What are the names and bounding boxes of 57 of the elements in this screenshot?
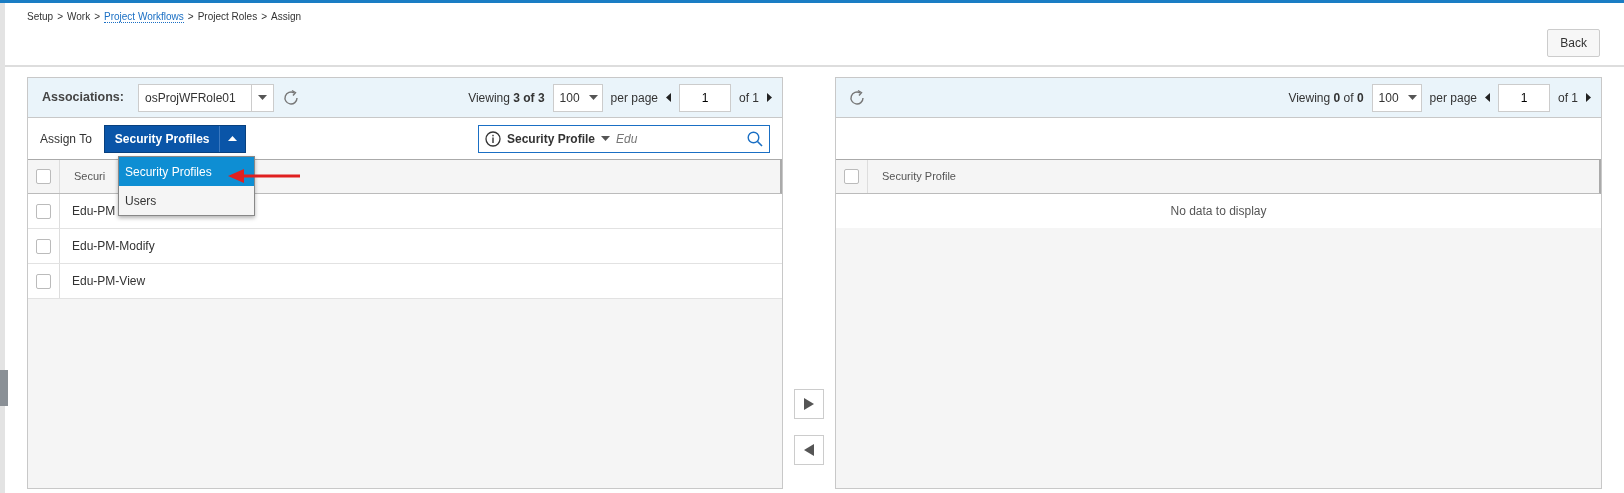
next-page-icon[interactable] xyxy=(767,93,772,102)
annotation-arrow xyxy=(228,168,300,183)
back-button[interactable]: Back xyxy=(1547,29,1600,57)
per-page-select[interactable]: 100 xyxy=(1371,83,1422,112)
checkbox[interactable] xyxy=(844,169,859,184)
caret-down-icon xyxy=(601,136,611,141)
table-cell-text: Edu-PM xyxy=(71,203,116,220)
caret-down-icon xyxy=(589,95,599,100)
next-page-icon[interactable] xyxy=(1586,93,1591,102)
per-page-label: per page xyxy=(1429,89,1477,107)
breadcrumb-separator: > xyxy=(57,11,63,22)
table-cell-text: Edu-PM-View xyxy=(71,273,146,290)
dropdown-option[interactable]: Security Profiles xyxy=(119,157,254,186)
page-input[interactable]: 1 xyxy=(1498,83,1550,112)
side-panel-toggle[interactable] xyxy=(0,370,8,406)
dropdown-option[interactable]: Users xyxy=(119,186,254,215)
breadcrumb-item: Setup xyxy=(27,11,54,22)
page-total: of 1 xyxy=(739,89,759,107)
column-header: Securi xyxy=(73,169,106,185)
page-total: of 1 xyxy=(1558,89,1578,107)
refresh-icon[interactable] xyxy=(848,88,866,107)
move-left-button[interactable] xyxy=(794,435,824,465)
info-icon[interactable] xyxy=(485,130,501,147)
play-right-icon xyxy=(804,398,814,410)
empty-message: No data to display xyxy=(836,194,1601,228)
checkbox[interactable] xyxy=(36,203,51,219)
viewing-count: Viewing 3 of 3 xyxy=(468,89,545,107)
page-input[interactable]: 1 xyxy=(679,83,731,112)
previous-page-icon[interactable] xyxy=(666,93,671,102)
caret-down-icon xyxy=(1408,95,1418,100)
play-left-icon xyxy=(804,444,814,456)
table-cell-text: Edu-PM-Modify xyxy=(71,238,155,255)
caret-down-icon xyxy=(257,95,267,100)
association-select[interactable]: osProjWFRole01 xyxy=(137,83,274,112)
checkbox[interactable] xyxy=(36,273,51,289)
refresh-icon[interactable] xyxy=(281,88,300,107)
search-field[interactable]: Security Profile Edu xyxy=(478,124,770,153)
breadcrumb-link[interactable]: Project Workflows xyxy=(104,11,184,23)
column-header: Security Profile xyxy=(881,169,956,185)
breadcrumb-item: Project Roles xyxy=(197,11,258,22)
move-right-button[interactable] xyxy=(794,389,824,419)
per-page-label: per page xyxy=(610,89,658,107)
assign-to-label: Assign To xyxy=(40,130,92,148)
assign-to-select[interactable]: Security Profiles xyxy=(103,124,246,153)
breadcrumb-separator: > xyxy=(94,11,100,22)
previous-page-icon[interactable] xyxy=(1485,93,1490,102)
viewing-count: Viewing 0 of 0 xyxy=(1288,89,1364,107)
caret-up-icon xyxy=(227,136,237,141)
associations-label: Associations: xyxy=(42,89,124,107)
search-icon[interactable] xyxy=(747,130,763,147)
per-page-select[interactable]: 100 xyxy=(552,83,603,112)
breadcrumb-item: Assign xyxy=(271,11,301,22)
checkbox[interactable] xyxy=(36,169,51,184)
breadcrumb-separator: > xyxy=(187,11,194,22)
checkbox[interactable] xyxy=(36,238,51,254)
breadcrumb-item: Work xyxy=(67,11,91,22)
breadcrumb-separator: > xyxy=(261,11,267,22)
